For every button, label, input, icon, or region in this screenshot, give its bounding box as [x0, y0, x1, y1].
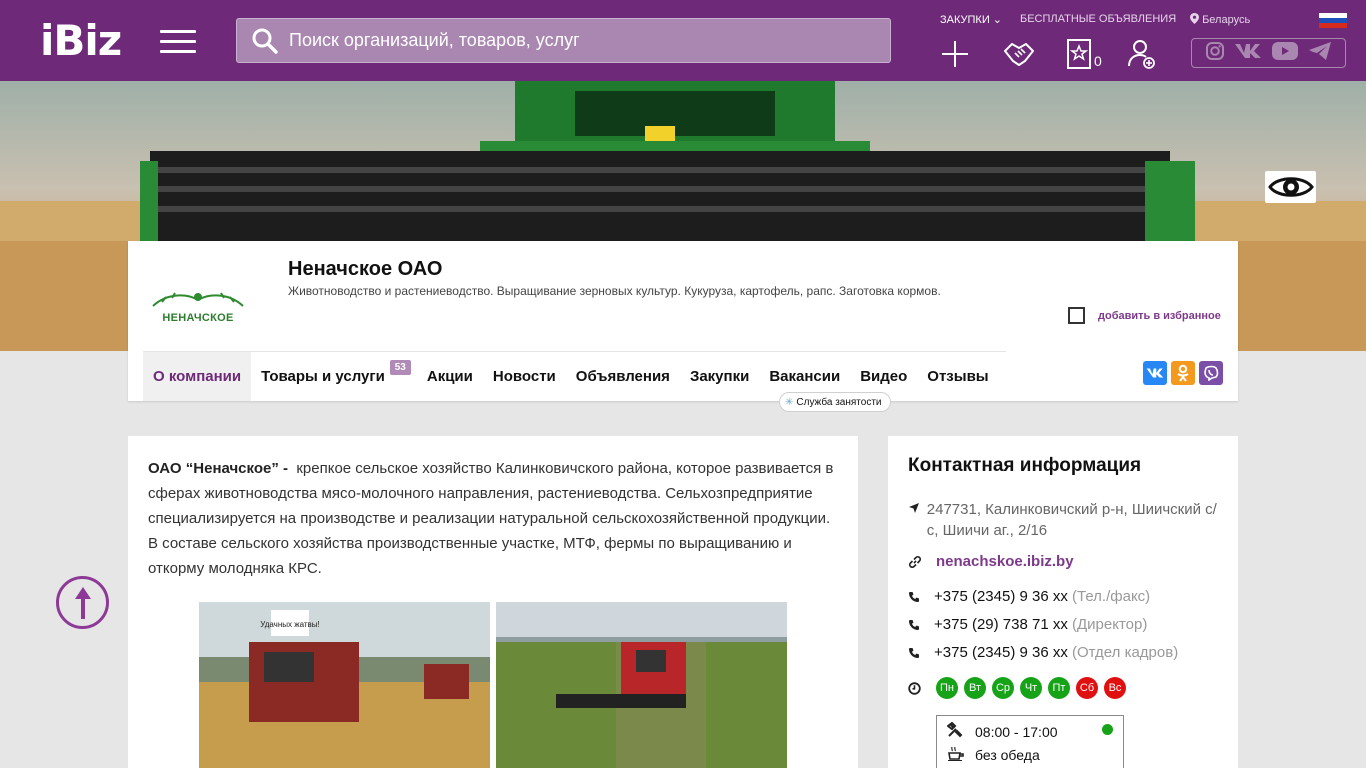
hours-row — [908, 679, 934, 697]
about-section: ОАО “Неначское” - крепкое сельское хозяй… — [128, 436, 858, 768]
arrow-up-icon — [74, 586, 91, 619]
products-count-badge: 53 — [389, 360, 411, 375]
phone-icon — [908, 644, 934, 662]
phone-row-3: +375 (2345) 9 36 xx (Отдел кадров) — [908, 644, 1178, 662]
visually-impaired-eye-icon[interactable] — [1265, 171, 1316, 203]
gallery-photo-1[interactable]: Удачных жатвы! — [199, 602, 490, 768]
region-link[interactable]: Беларусь — [1190, 13, 1250, 26]
add-icon[interactable] — [939, 38, 971, 70]
work-hours: 08:00 - 17:00 — [946, 721, 1058, 741]
address-text: 247731, Калинковичский р-н, Шиичский с/с… — [926, 501, 1217, 539]
day-sun[interactable]: Вс — [1104, 677, 1126, 699]
location-arrow-icon — [908, 499, 927, 517]
contacts-title: Контактная информация — [908, 455, 1142, 476]
wreath-icon — [152, 292, 244, 307]
clock-icon — [908, 679, 934, 697]
phone-note-1: (Тел./факс) — [1072, 588, 1151, 605]
company-logo-text: НЕНАЧСКОЕ — [162, 312, 234, 324]
tab-news[interactable]: Новости — [483, 352, 566, 401]
phone-number-1[interactable]: +375 (2345) 9 36 xx — [934, 588, 1068, 605]
work-hours-text: 08:00 - 17:00 — [975, 723, 1058, 740]
employment-service-label: Служба занятости — [796, 396, 882, 408]
phone-note-3: (Отдел кадров) — [1072, 644, 1179, 661]
day-mon[interactable]: Пн — [936, 677, 958, 699]
search-box[interactable] — [236, 18, 891, 63]
youtube-icon[interactable] — [1271, 41, 1299, 66]
phone-row-2: +375 (29) 738 71 xx (Директор) — [908, 616, 1147, 634]
banner-sign-text: Удачных жатвы! — [260, 620, 319, 629]
tools-icon — [946, 721, 975, 741]
purchases-label: ЗАКУПКИ — [940, 14, 990, 26]
tab-ads[interactable]: Объявления — [566, 352, 680, 401]
website-link[interactable]: nenachskoe.ibiz.by — [936, 553, 1074, 570]
open-status-dot — [1102, 724, 1113, 735]
region-label: Беларусь — [1202, 14, 1251, 26]
lunch-text: без обеда — [975, 746, 1040, 763]
favorites-count: 0 — [1094, 53, 1102, 69]
tab-products-label: Товары и услуги — [261, 368, 385, 385]
day-sat[interactable]: Сб — [1076, 677, 1098, 699]
day-fri[interactable]: Пт — [1048, 677, 1070, 699]
day-thu[interactable]: Чт — [1020, 677, 1042, 699]
chevron-down-icon: ⌄ — [992, 14, 1003, 26]
company-name: Неначское ОАО — [288, 258, 443, 280]
hours-popup: 08:00 - 17:00 без обеда — [936, 715, 1124, 768]
telegram-icon[interactable] — [1308, 41, 1332, 66]
location-pin-icon — [1190, 13, 1199, 24]
add-to-favorites[interactable]: добавить в избранное — [1068, 307, 1221, 324]
tab-reviews[interactable]: Отзывы — [917, 352, 998, 401]
day-tue[interactable]: Вт — [964, 677, 986, 699]
search-input[interactable] — [289, 20, 890, 61]
add-user-icon[interactable] — [1126, 38, 1158, 70]
vk-share-icon[interactable] — [1143, 361, 1167, 385]
favorite-checkbox[interactable] — [1068, 307, 1085, 324]
favorites-icon[interactable] — [1063, 38, 1095, 70]
social-links — [1191, 38, 1346, 68]
gallery-photo-2[interactable] — [496, 602, 787, 768]
contact-info: Контактная информация 247731, Калинкович… — [888, 436, 1238, 768]
coffee-cup-icon — [947, 745, 975, 764]
website-row: nenachskoe.ibiz.by — [908, 553, 1074, 571]
employment-service-tooltip[interactable]: ✳ Служба занятости — [779, 392, 892, 412]
link-icon — [908, 553, 936, 571]
language-flag-icon[interactable] — [1319, 13, 1347, 28]
company-card: НЕНАЧСКОЕ Неначское ОАО Животноводство и… — [128, 241, 1238, 401]
day-wed[interactable]: Ср — [992, 677, 1014, 699]
scroll-to-top-button[interactable] — [56, 576, 109, 629]
company-description: Животноводство и растениеводство. Выращи… — [288, 284, 941, 298]
vk-icon[interactable] — [1234, 42, 1262, 65]
free-ads-link[interactable]: БЕСПЛАТНЫЕ ОБЪЯВЛЕНИЯ — [1020, 13, 1176, 25]
tab-promotions[interactable]: Акции — [417, 352, 483, 401]
about-lead: ОАО “Неначское” - — [148, 460, 288, 477]
lunch-info: без обеда — [947, 745, 1040, 764]
phone-icon — [908, 616, 934, 634]
instagram-icon[interactable] — [1205, 41, 1225, 66]
tab-purchases[interactable]: Закупки — [680, 352, 759, 401]
tab-products[interactable]: Товары и услуги 53 — [251, 352, 411, 401]
phone-icon — [908, 588, 934, 606]
about-body: крепкое сельское хозяйство Калинковичско… — [148, 460, 834, 577]
menu-icon[interactable] — [160, 30, 196, 54]
search-icon[interactable] — [251, 27, 279, 55]
top-bar: iBiz ЗАКУПКИ ⌄ БЕСПЛАТНЫЕ ОБЪЯВЛЕНИЯ Бел… — [0, 0, 1366, 81]
company-logo: НЕНАЧСКОЕ — [145, 261, 251, 351]
ok-share-icon[interactable] — [1171, 361, 1195, 385]
weekdays: Пн Вт Ср Чт Пт Сб Вс — [936, 677, 1132, 699]
viber-share-icon[interactable] — [1199, 361, 1223, 385]
handshake-icon[interactable] — [1003, 38, 1035, 70]
tab-about[interactable]: О компании — [143, 352, 252, 401]
site-logo[interactable]: iBiz — [40, 20, 122, 62]
add-to-favorites-label: добавить в избранное — [1098, 309, 1221, 322]
address-row: 247731, Калинковичский р-н, Шиичский с/с… — [908, 499, 1223, 541]
phone-number-3[interactable]: +375 (2345) 9 36 xx — [934, 644, 1068, 661]
phone-note-2: (Директор) — [1072, 616, 1148, 633]
snowflake-icon: ✳ — [785, 396, 794, 408]
about-text: ОАО “Неначское” - крепкое сельское хозяй… — [148, 456, 843, 581]
phone-number-2[interactable]: +375 (29) 738 71 xx — [934, 616, 1068, 633]
purchases-link[interactable]: ЗАКУПКИ ⌄ — [940, 13, 1002, 26]
phone-row-1: +375 (2345) 9 36 xx (Тел./факс) — [908, 588, 1150, 606]
